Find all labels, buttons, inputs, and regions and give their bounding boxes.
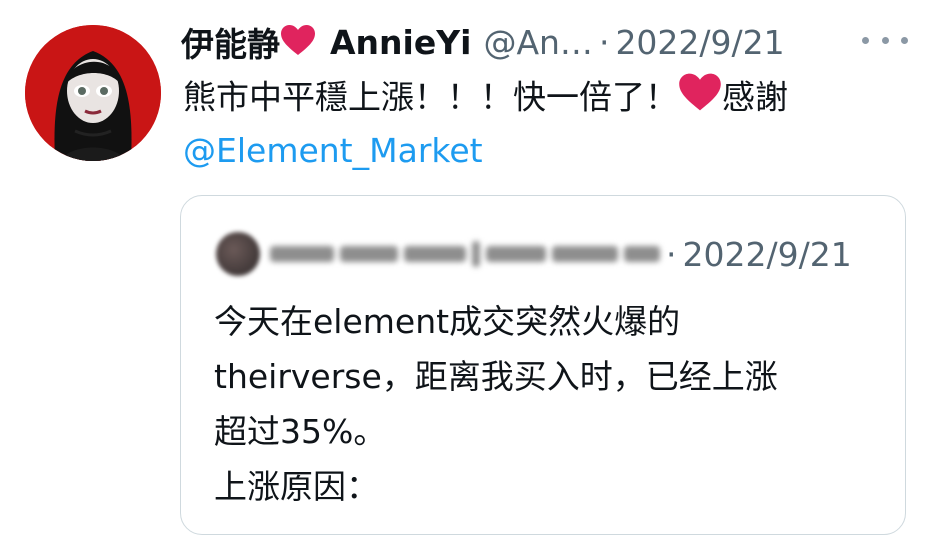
separator-dot: · [666,234,677,274]
tweet-text: 熊市中平穩上漲！！！快一倍了！ 感謝 @Element_Market [183,72,788,176]
tweet-text-part2: 感謝 [722,77,788,117]
quoted-text-line: 上涨原因： [214,467,379,506]
quoted-tweet-card[interactable]: · 2022/9/21 今天在element成交突然火爆的 theirverse… [180,195,906,535]
quoted-text-line: theirverse，距离我买入时，已经上涨 [214,357,778,396]
quoted-tweet-date[interactable]: 2022/9/21 [683,235,852,274]
quoted-author-name-blurred [270,241,660,267]
quoted-text-line: 超过35%。 [214,412,387,451]
quoted-author-avatar[interactable] [216,232,260,276]
user-handle[interactable]: @An… [483,23,593,62]
quoted-text-line: 今天在element成交突然火爆的 [214,302,681,341]
heart-emoji-icon [678,72,722,126]
quoted-tweet-text: 今天在element成交突然火爆的 theirverse，距离我买入时，已经上涨… [214,294,778,514]
more-options-icon[interactable] [862,24,908,56]
username[interactable]: AnnieYi [330,23,471,62]
tweet-header: 伊能静 AnnieYi @An… · 2022/9/21 [181,16,785,68]
author-avatar[interactable] [25,25,161,161]
quoted-tweet-header: · 2022/9/21 [216,232,852,276]
mention-link[interactable]: @Element_Market [183,131,483,170]
tweet-text-part1: 熊市中平穩上漲！！！快一倍了！ [183,77,678,117]
display-name[interactable]: 伊能静 [181,18,280,66]
heart-emoji-icon [280,24,316,60]
separator-dot: · [598,22,610,62]
tweet-date[interactable]: 2022/9/21 [615,23,784,62]
